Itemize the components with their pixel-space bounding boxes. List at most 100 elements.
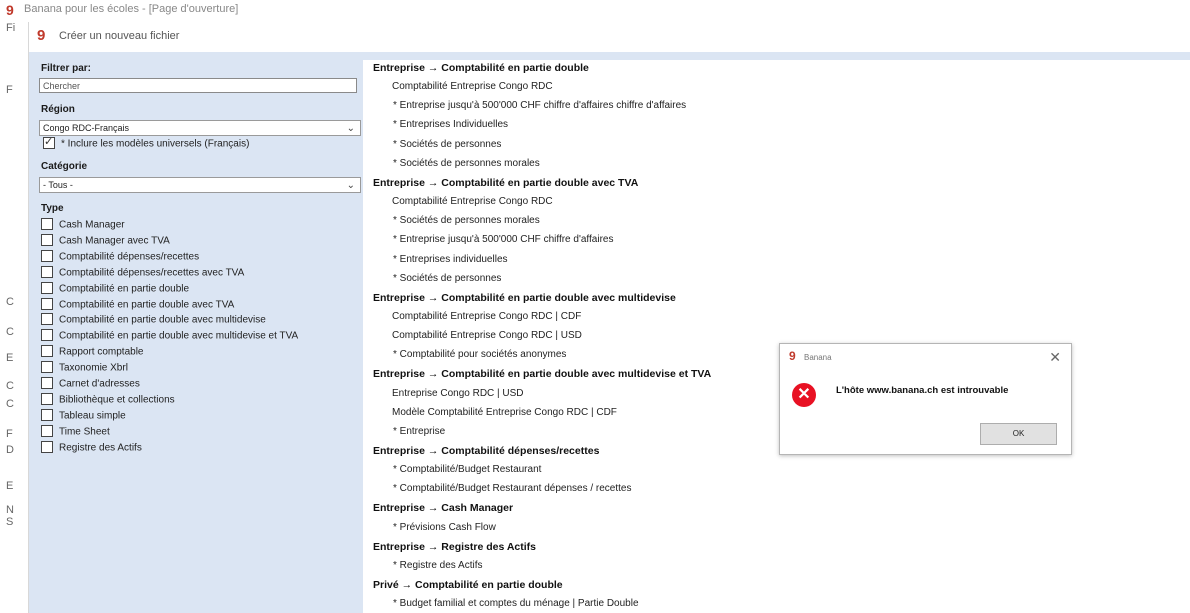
type-checkbox[interactable]: Comptabilité en partie double [41,281,190,299]
checkbox-icon [41,345,53,358]
template-item[interactable]: * Sociétés de personnes [393,139,501,150]
type-label-text: Registre des Actifs [59,442,142,454]
type-checkbox[interactable]: Comptabilité en partie double avec TVA [41,297,235,315]
checkbox-icon [41,377,53,389]
checkbox-icon [41,313,53,326]
chevron-down-icon: ⌄ [346,123,355,134]
banana-logo-icon: 9 [789,349,796,363]
type-checkbox[interactable]: Cash Manager avec TVA [41,233,170,251]
checkbox-icon [41,233,53,246]
universal-models-checkbox[interactable]: * Inclure les modèles universels (França… [43,135,250,154]
background-window-title: Banana pour les écoles - [Page d'ouvertu… [24,3,239,15]
banana-logo-icon: 9 [37,27,46,44]
search-input[interactable]: Chercher [39,78,357,93]
template-item[interactable]: Modèle Comptabilité Entreprise Congo RDC… [392,407,617,418]
close-icon[interactable]: ✕ [1049,349,1061,366]
type-checkbox[interactable]: Time Sheet [41,424,110,442]
template-group-header: Entreprise → Comptabilité dépenses/recet… [373,445,600,457]
template-item[interactable]: Entreprise Congo RDC | USD [392,388,524,399]
checkbox-icon [41,440,53,453]
type-label-text: Time Sheet [59,426,110,438]
template-item[interactable]: * Registre des Actifs [393,560,482,571]
dialog-title: Créer un nouveau fichier [59,30,180,42]
checkbox-icon [41,361,53,374]
background-window-content: Fi F C C E C C F D E N S [0,18,28,613]
template-item[interactable]: * Comptabilité pour sociétés anonymes [393,349,566,360]
template-list: Entreprise → Comptabilité en partie doub… [363,60,1190,613]
checkbox-icon [41,281,53,294]
filter-panel: Filtrer par: Chercher Région Congo RDC-F… [29,60,363,613]
type-checkbox[interactable]: Comptabilité en partie double avec multi… [41,329,298,346]
background-letter: E [6,480,14,492]
template-item[interactable]: * Prévisions Cash Flow [393,522,496,533]
type-checkbox[interactable]: Carnet d'adresses [41,377,140,394]
template-item[interactable]: * Sociétés de personnes morales [393,158,540,169]
region-select[interactable]: Congo RDC-Français ⌄ [39,120,361,136]
type-checkbox[interactable]: Rapport comptable [41,345,144,362]
checkbox-icon [41,392,53,405]
type-label-text: Tableau simple [59,410,126,422]
type-label-text: Comptabilité dépenses/recettes [59,251,200,263]
type-label-text: Cash Manager [59,219,125,231]
template-item[interactable]: * Entreprises Individuelles [393,119,508,130]
type-checkbox[interactable]: Taxonomie Xbrl [41,361,128,378]
type-label-text: Carnet d'adresses [59,378,140,390]
checkbox-icon [41,265,53,278]
template-item[interactable]: Comptabilité Entreprise Congo RDC | CDF [392,311,581,322]
template-item[interactable]: * Sociétés de personnes [393,273,501,284]
template-item[interactable]: * Comptabilité/Budget Restaurant [393,464,541,475]
alert-message: L'hôte www.banana.ch est introuvable [836,385,1009,396]
background-letter: E [6,352,14,364]
type-checkbox[interactable]: Comptabilité dépenses/recettes avec TVA [41,265,244,283]
background-letter: C [6,296,14,308]
type-label-text: Bibliothèque et collections [59,394,175,406]
type-checkbox[interactable]: Registre des Actifs [41,440,142,458]
type-checkbox[interactable]: Tableau simple [41,408,126,426]
template-group-header: Entreprise → Comptabilité en partie doub… [373,291,676,304]
chevron-down-icon: ⌄ [346,180,355,191]
background-letter: C [6,380,14,392]
checkbox-icon [41,218,53,230]
banana-logo-icon: 9 [6,2,14,18]
dialog-header-strip [29,52,1190,60]
type-label-text: Comptabilité en partie double avec multi… [59,315,266,327]
template-item[interactable]: * Entreprises individuelles [393,254,508,265]
checkbox-icon [41,249,53,262]
type-checkbox[interactable]: Comptabilité en partie double avec multi… [41,313,266,330]
template-item[interactable]: * Entreprise jusqu'à 500'000 CHF chiffre… [393,100,686,111]
alert-title: Banana [804,353,832,362]
error-alert-dialog: 9 Banana ✕ ✕ L'hôte www.banana.ch est in… [779,343,1072,455]
type-label: Type [41,203,64,214]
checkbox-icon [41,424,53,437]
template-item[interactable]: * Entreprise [393,426,445,437]
universal-models-label: * Inclure les modèles universels (França… [61,138,250,150]
template-item[interactable]: * Sociétés de personnes morales [393,215,540,226]
checkbox-icon [41,408,53,421]
checkbox-icon [41,329,53,342]
type-label-text: Comptabilité en partie double [59,283,190,295]
checkbox-icon [41,297,53,310]
type-label-text: Comptabilité en partie double avec TVA [59,299,235,311]
template-item[interactable]: Comptabilité Entreprise Congo RDC [392,81,553,92]
template-item[interactable]: * Budget familial et comptes du ménage |… [393,598,639,609]
category-select[interactable]: - Tous - ⌄ [39,177,361,193]
template-item[interactable]: * Comptabilité/Budget Restaurant dépense… [393,483,631,494]
filter-label: Filtrer par: [41,63,92,74]
type-checkbox[interactable]: Comptabilité dépenses/recettes [41,249,200,267]
ok-button[interactable]: OK [980,423,1057,445]
region-value: Congo RDC-Français [43,123,130,133]
category-value: - Tous - [43,180,73,190]
template-item[interactable]: * Entreprise jusqu'à 500'000 CHF chiffre… [393,234,613,245]
type-label-text: Taxonomie Xbrl [59,362,128,374]
template-group-header: Privé → Comptabilité en partie double [373,579,563,592]
type-checkbox[interactable]: Cash Manager [41,218,125,235]
checkbox-checked-icon [43,135,55,149]
template-group-header: Entreprise → Comptabilité en partie doub… [373,368,712,381]
background-letter: D [6,444,14,456]
type-checkbox[interactable]: Bibliothèque et collections [41,392,175,410]
template-item[interactable]: Comptabilité Entreprise Congo RDC | USD [392,330,582,341]
background-letter: C [6,326,14,338]
background-letter: F [6,84,13,96]
template-item[interactable]: Comptabilité Entreprise Congo RDC [392,196,553,207]
template-group-header: Entreprise → Cash Manager [373,502,514,515]
